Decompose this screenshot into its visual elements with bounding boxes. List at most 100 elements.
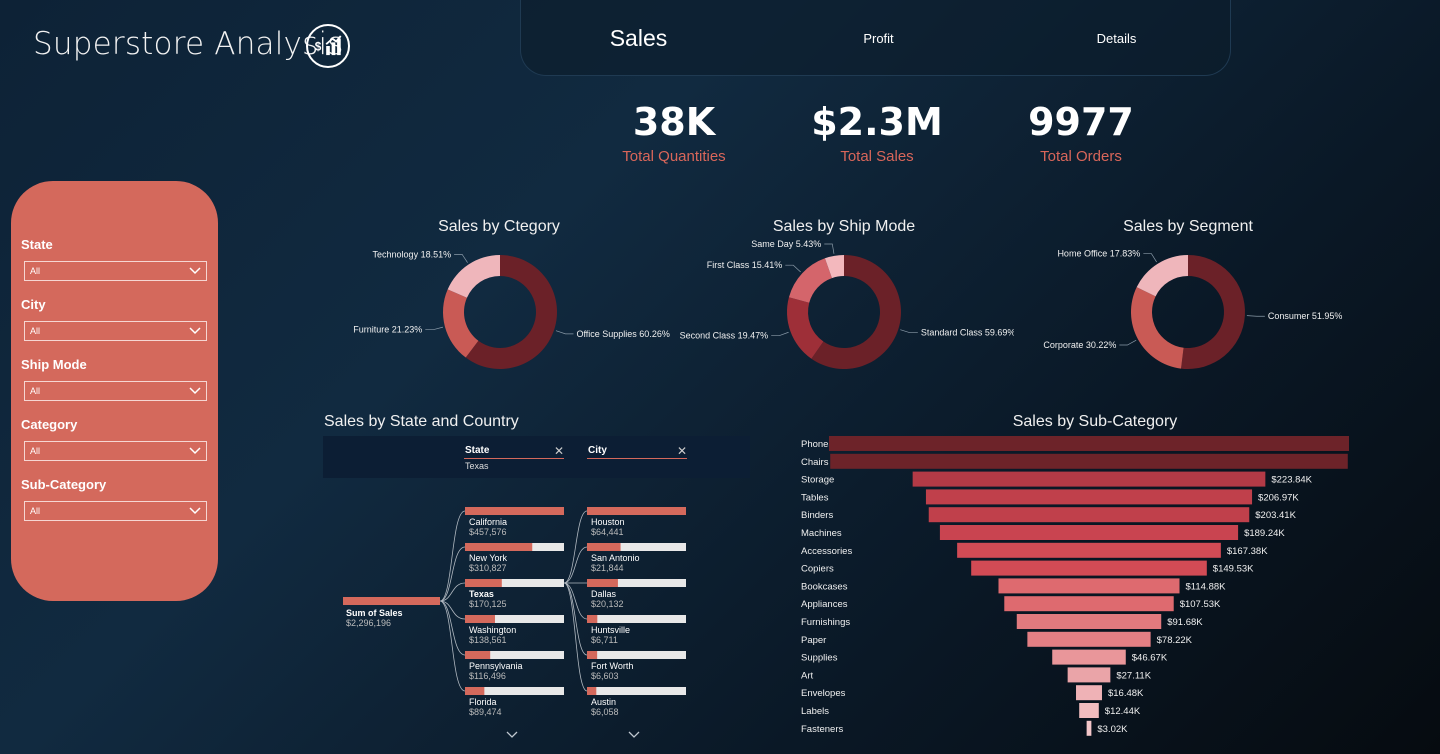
svg-text:$: $ <box>315 40 322 54</box>
sub-category-bar[interactable] <box>925 489 1253 505</box>
sub-category-dropdown-value: All <box>30 506 41 516</box>
tree-connector <box>439 600 466 692</box>
filter-panel: State All City All Ship Mode All Categor… <box>11 181 218 601</box>
kpi-total-quantities: 38K Total Quantities <box>584 100 764 165</box>
chevron-down-icon <box>189 387 201 395</box>
root-value: $2,296,196 <box>346 618 391 628</box>
state-name: California <box>469 517 507 527</box>
chevron-down-icon <box>189 267 201 275</box>
sub-category-bar[interactable] <box>1076 685 1102 701</box>
root-label: Sum of Sales <box>346 608 403 618</box>
sub-category-bar[interactable] <box>1004 596 1174 612</box>
chevron-down-icon <box>189 447 201 455</box>
kpi-value: 9977 <box>1028 100 1134 144</box>
state-name: Florida <box>469 697 497 707</box>
sub-category-label: Labels <box>801 706 829 717</box>
category-dropdown[interactable]: All <box>24 441 207 461</box>
sub-category-label: Chairs <box>801 457 829 468</box>
donut-slice[interactable] <box>1136 255 1188 297</box>
sub-category-value: $16.48K <box>1108 688 1144 699</box>
sub-category-dropdown[interactable]: All <box>24 501 207 521</box>
dashboard-title: Superstore Analysis <box>33 26 344 62</box>
city-value: $6,711 <box>591 635 618 645</box>
city-name: San Antonio <box>591 553 640 563</box>
filter-label-ship-mode: Ship Mode <box>21 357 87 372</box>
city-bar-track[interactable] <box>587 615 686 623</box>
sub-category-bar[interactable] <box>829 436 1349 451</box>
city-name: Dallas <box>591 589 617 599</box>
expand-chevron-icon[interactable] <box>506 731 518 738</box>
state-dropdown[interactable]: All <box>24 261 207 281</box>
state-bar[interactable] <box>465 615 495 623</box>
city-dropdown[interactable]: All <box>24 321 207 341</box>
ship-mode-dropdown[interactable]: All <box>24 381 207 401</box>
sub-category-value: $206.97K <box>1258 492 1299 503</box>
segment-donut-chart: Consumer 51.95% Corporate 30.22% Home Offi… <box>1043 249 1343 369</box>
city-dropdown-value: All <box>30 326 41 336</box>
sub-category-value: $149.53K <box>1213 564 1254 575</box>
sub-category-bar[interactable] <box>1086 720 1092 736</box>
city-bar-track[interactable] <box>587 687 686 695</box>
state-value: $138,561 <box>469 635 507 645</box>
donut-slice[interactable] <box>1181 255 1245 369</box>
city-bar[interactable] <box>587 651 598 659</box>
donut-slice[interactable] <box>443 289 479 358</box>
donut-leader-line <box>555 330 574 335</box>
sub-category-label: Binders <box>801 510 833 521</box>
sub-category-bar[interactable] <box>1079 703 1099 718</box>
sub-category-label: Art <box>801 670 814 681</box>
donut-slice[interactable] <box>1131 287 1184 369</box>
donut-leader-line <box>425 326 444 331</box>
donut-slice-label: Furniture 21.23% <box>353 325 422 335</box>
kpi-value: $2.3M <box>811 100 943 144</box>
remove-city-level-icon[interactable]: ✕ <box>677 444 687 458</box>
state-bar[interactable] <box>465 579 502 587</box>
remove-state-level-icon[interactable]: ✕ <box>554 444 564 458</box>
sub-category-bar[interactable] <box>1067 667 1111 683</box>
sub-category-bar[interactable] <box>1016 614 1162 629</box>
category-chart-title: Sales by Ctegory <box>438 218 560 235</box>
city-bar-track[interactable] <box>587 651 686 659</box>
sub-category-label: Paper <box>801 635 826 646</box>
sub-category-bar[interactable] <box>1027 631 1151 647</box>
tab-sales[interactable]: Sales <box>581 0 696 76</box>
state-value: $89,474 <box>469 707 502 717</box>
donut-slice-label: Technology 18.51% <box>373 249 452 259</box>
sub-category-value: $78.22K <box>1157 635 1193 646</box>
sub-category-value: $223.84K <box>1271 475 1312 486</box>
sub-category-bar[interactable] <box>928 507 1250 523</box>
sub-category-bar[interactable] <box>939 525 1239 540</box>
sub-category-bar[interactable] <box>912 471 1266 487</box>
expand-chevron-icon[interactable] <box>628 731 640 738</box>
sub-category-bar[interactable] <box>1052 649 1126 665</box>
donut-slice-label: Consumer 51.95% <box>1268 311 1343 321</box>
donut-slice-label: Home Office 17.83% <box>1057 249 1140 259</box>
city-value: $6,603 <box>591 671 619 681</box>
tab-details[interactable]: Details <box>1059 0 1174 76</box>
city-bar[interactable] <box>587 543 621 551</box>
state-value: $116,496 <box>469 671 506 681</box>
chevron-down-icon <box>189 327 201 335</box>
donut-slice[interactable] <box>447 255 500 298</box>
state-bar[interactable] <box>465 543 533 551</box>
sub-category-bar[interactable] <box>971 560 1207 576</box>
sub-category-bar[interactable] <box>830 453 1348 469</box>
sub-category-value: $91.68K <box>1167 617 1203 628</box>
city-bar[interactable] <box>587 579 618 587</box>
state-bar[interactable] <box>465 507 564 515</box>
kpi-value: 38K <box>632 100 716 144</box>
root-bar[interactable] <box>343 597 440 605</box>
decomposition-breadcrumb: State ✕ Texas City ✕ <box>323 436 750 478</box>
sub-category-label: Supplies <box>801 653 838 664</box>
sub-category-bar[interactable] <box>998 578 1180 594</box>
state-bar[interactable] <box>465 687 485 695</box>
tab-profit[interactable]: Profit <box>821 0 936 76</box>
kpi-label: Total Sales <box>840 148 914 165</box>
state-bar[interactable] <box>465 651 491 659</box>
donut-slice[interactable] <box>788 258 832 303</box>
city-bar[interactable] <box>587 615 598 623</box>
city-bar[interactable] <box>587 507 686 515</box>
sub-category-bar[interactable] <box>957 542 1221 558</box>
city-bar[interactable] <box>587 687 597 695</box>
sub-category-label: Appliances <box>801 599 848 610</box>
